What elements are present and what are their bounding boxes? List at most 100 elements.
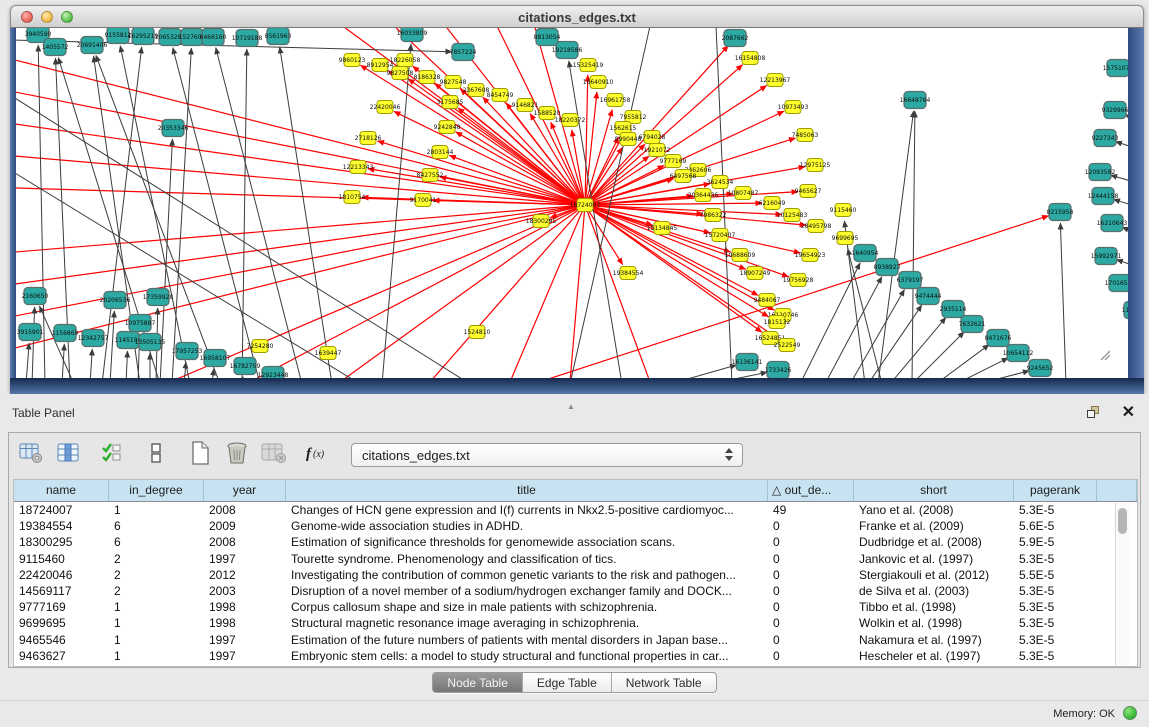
table-row[interactable]: 1872400712008Changes of HCN gene express… (14, 502, 1137, 518)
cell-year[interactable]: 1998 (204, 599, 286, 615)
cell-year[interactable]: 1997 (204, 551, 286, 567)
cell-pagerank[interactable]: 5.9E-5 (1014, 534, 1097, 550)
graph-node[interactable]: 8427552 (417, 169, 444, 182)
cell-out_de[interactable]: 0 (768, 583, 854, 599)
graph-node[interactable]: 17359928 (143, 289, 174, 306)
graph-node[interactable]: 20353346 (158, 120, 189, 137)
tab-network-table[interactable]: Network Table (612, 673, 716, 692)
graph-node[interactable]: 1639447 (315, 347, 342, 360)
graph-node[interactable]: 15325419 (573, 59, 604, 72)
cell-short[interactable]: Stergiakouli et al. (2012) (854, 567, 1014, 583)
table-row[interactable]: 969969511998Structural magnetic resonanc… (14, 615, 1137, 631)
graph-node[interactable]: 6466160 (200, 29, 227, 46)
graph-node[interactable]: 16210643 (1097, 215, 1128, 232)
network-window-titlebar[interactable]: citations_edges.txt (10, 5, 1144, 28)
cell-year[interactable]: 1997 (204, 632, 286, 648)
graph-node[interactable]: 10719188 (232, 30, 263, 47)
cell-in_degree[interactable]: 2 (109, 551, 204, 567)
cell-pagerank[interactable]: 5.3E-5 (1014, 551, 1097, 567)
graph-node[interactable]: 1524810 (464, 326, 491, 339)
tab-edge-table[interactable]: Edge Table (523, 673, 612, 692)
row-height-button[interactable] (141, 440, 171, 470)
cell-out_de[interactable]: 0 (768, 518, 854, 534)
graph-node[interactable]: 9227343 (1092, 130, 1119, 147)
graph-node[interactable]: 3915901 (17, 324, 44, 341)
graph-node[interactable]: 16648784 (900, 92, 931, 109)
graph-node[interactable]: 10975887 (125, 315, 156, 332)
graph-node[interactable]: 1405572 (42, 39, 69, 56)
cell-year[interactable]: 2009 (204, 518, 286, 534)
graph-node[interactable]: 2803144 (427, 146, 454, 159)
cell-year[interactable]: 2012 (204, 567, 286, 583)
cell-title[interactable]: Tourette syndrome. Phenomenology and cla… (286, 551, 768, 567)
graph-node[interactable]: 10654112 (1003, 345, 1034, 362)
cell-short[interactable]: Tibbo et al. (1998) (854, 599, 1014, 615)
cell-year[interactable]: 1998 (204, 615, 286, 631)
graph-node[interactable]: 9860123 (339, 54, 366, 67)
cell-name[interactable]: 9465546 (14, 632, 109, 648)
cell-pagerank[interactable]: 5.6E-5 (1014, 518, 1097, 534)
cell-out_de[interactable]: 0 (768, 648, 854, 664)
cell-short[interactable]: Yano et al. (2008) (854, 502, 1014, 518)
cell-title[interactable]: Genome-wide association studies in ADHD. (286, 518, 768, 534)
graph-node[interactable]: 19384554 (613, 267, 644, 280)
cell-year[interactable]: 1997 (204, 648, 286, 664)
network-canvas[interactable]: 1872400798601238912954182260589827508818… (16, 28, 1128, 378)
new-column-button[interactable] (185, 440, 215, 470)
cell-in_degree[interactable]: 1 (109, 648, 204, 664)
cell-name[interactable]: 18300295 (14, 534, 109, 550)
graph-node[interactable]: 10125483 (777, 209, 808, 222)
graph-node[interactable]: 20691406 (77, 37, 108, 54)
table-chooser-dropdown[interactable]: citations_edges.txt (351, 443, 743, 467)
graph-node[interactable]: 13505135 (135, 334, 166, 351)
tab-node-table[interactable]: Node Table (433, 673, 523, 692)
graph-node[interactable]: 6216049 (759, 197, 786, 210)
graph-node[interactable]: 8215958 (1047, 204, 1074, 221)
graph-node[interactable]: 9465627 (795, 185, 822, 198)
graph-node[interactable]: 15720407 (705, 229, 736, 242)
cell-title[interactable]: Investigating the contribution of common… (286, 567, 768, 583)
graph-node[interactable]: 12923448 (258, 367, 289, 379)
cell-title[interactable]: Estimation of the future numbers of pati… (286, 632, 768, 648)
graph-node[interactable]: 7857224 (450, 44, 477, 61)
graph-node[interactable]: 7485063 (792, 129, 819, 142)
cell-out_de[interactable]: 0 (768, 534, 854, 550)
cell-name[interactable]: 19384554 (14, 518, 109, 534)
table-row[interactable]: 946362711997Embryonic stem cells: a mode… (14, 648, 1137, 664)
cell-name[interactable]: 14569117 (14, 583, 109, 599)
memory-ok-indicator[interactable] (1123, 706, 1137, 720)
cell-in_degree[interactable]: 6 (109, 534, 204, 550)
cell-title[interactable]: Structural magnetic resonance image aver… (286, 615, 768, 631)
cell-name[interactable]: 9699695 (14, 615, 109, 631)
graph-node[interactable]: 7632621 (959, 316, 986, 333)
cell-name[interactable]: 9777169 (14, 599, 109, 615)
table-vertical-scrollbar[interactable] (1115, 503, 1129, 666)
scrollbar-thumb[interactable] (1118, 508, 1127, 534)
graph-node[interactable]: 16958107 (200, 350, 231, 367)
cell-title[interactable]: Corpus callosum shape and size in male p… (286, 599, 768, 615)
function-builder-button[interactable]: f(x) (303, 440, 333, 470)
graph-node[interactable]: 9699695 (832, 232, 859, 245)
cell-name[interactable]: 9463627 (14, 648, 109, 664)
graph-node[interactable]: 12444158 (1088, 188, 1119, 205)
graph-node[interactable]: 16033809 (397, 28, 428, 42)
graph-node[interactable]: 16154808 (735, 52, 766, 65)
graph-node[interactable]: 9242848 (434, 121, 461, 134)
cell-title[interactable]: Embryonic stem cells: a model to study s… (286, 648, 768, 664)
graph-node[interactable]: 9115460 (830, 204, 857, 217)
cell-in_degree[interactable]: 2 (109, 583, 204, 599)
graph-node[interactable]: 16136141 (732, 354, 763, 371)
close-panel-icon[interactable]: ✕ (1122, 402, 1135, 422)
cell-pagerank[interactable]: 5.3E-5 (1014, 502, 1097, 518)
cell-in_degree[interactable]: 1 (109, 615, 204, 631)
cell-out_de[interactable]: 0 (768, 615, 854, 631)
graph-node[interactable]: 17016504 (1105, 275, 1128, 292)
import-table-button[interactable] (259, 440, 289, 470)
cell-out_de[interactable]: 0 (768, 632, 854, 648)
cell-in_degree[interactable]: 1 (109, 502, 204, 518)
graph-node[interactable]: 2935114 (940, 301, 967, 318)
cell-out_de[interactable]: 0 (768, 551, 854, 567)
graph-node[interactable]: 8471676 (985, 330, 1012, 347)
graph-node[interactable]: 1156869 (52, 325, 79, 342)
cell-pagerank[interactable]: 5.3E-5 (1014, 648, 1097, 664)
